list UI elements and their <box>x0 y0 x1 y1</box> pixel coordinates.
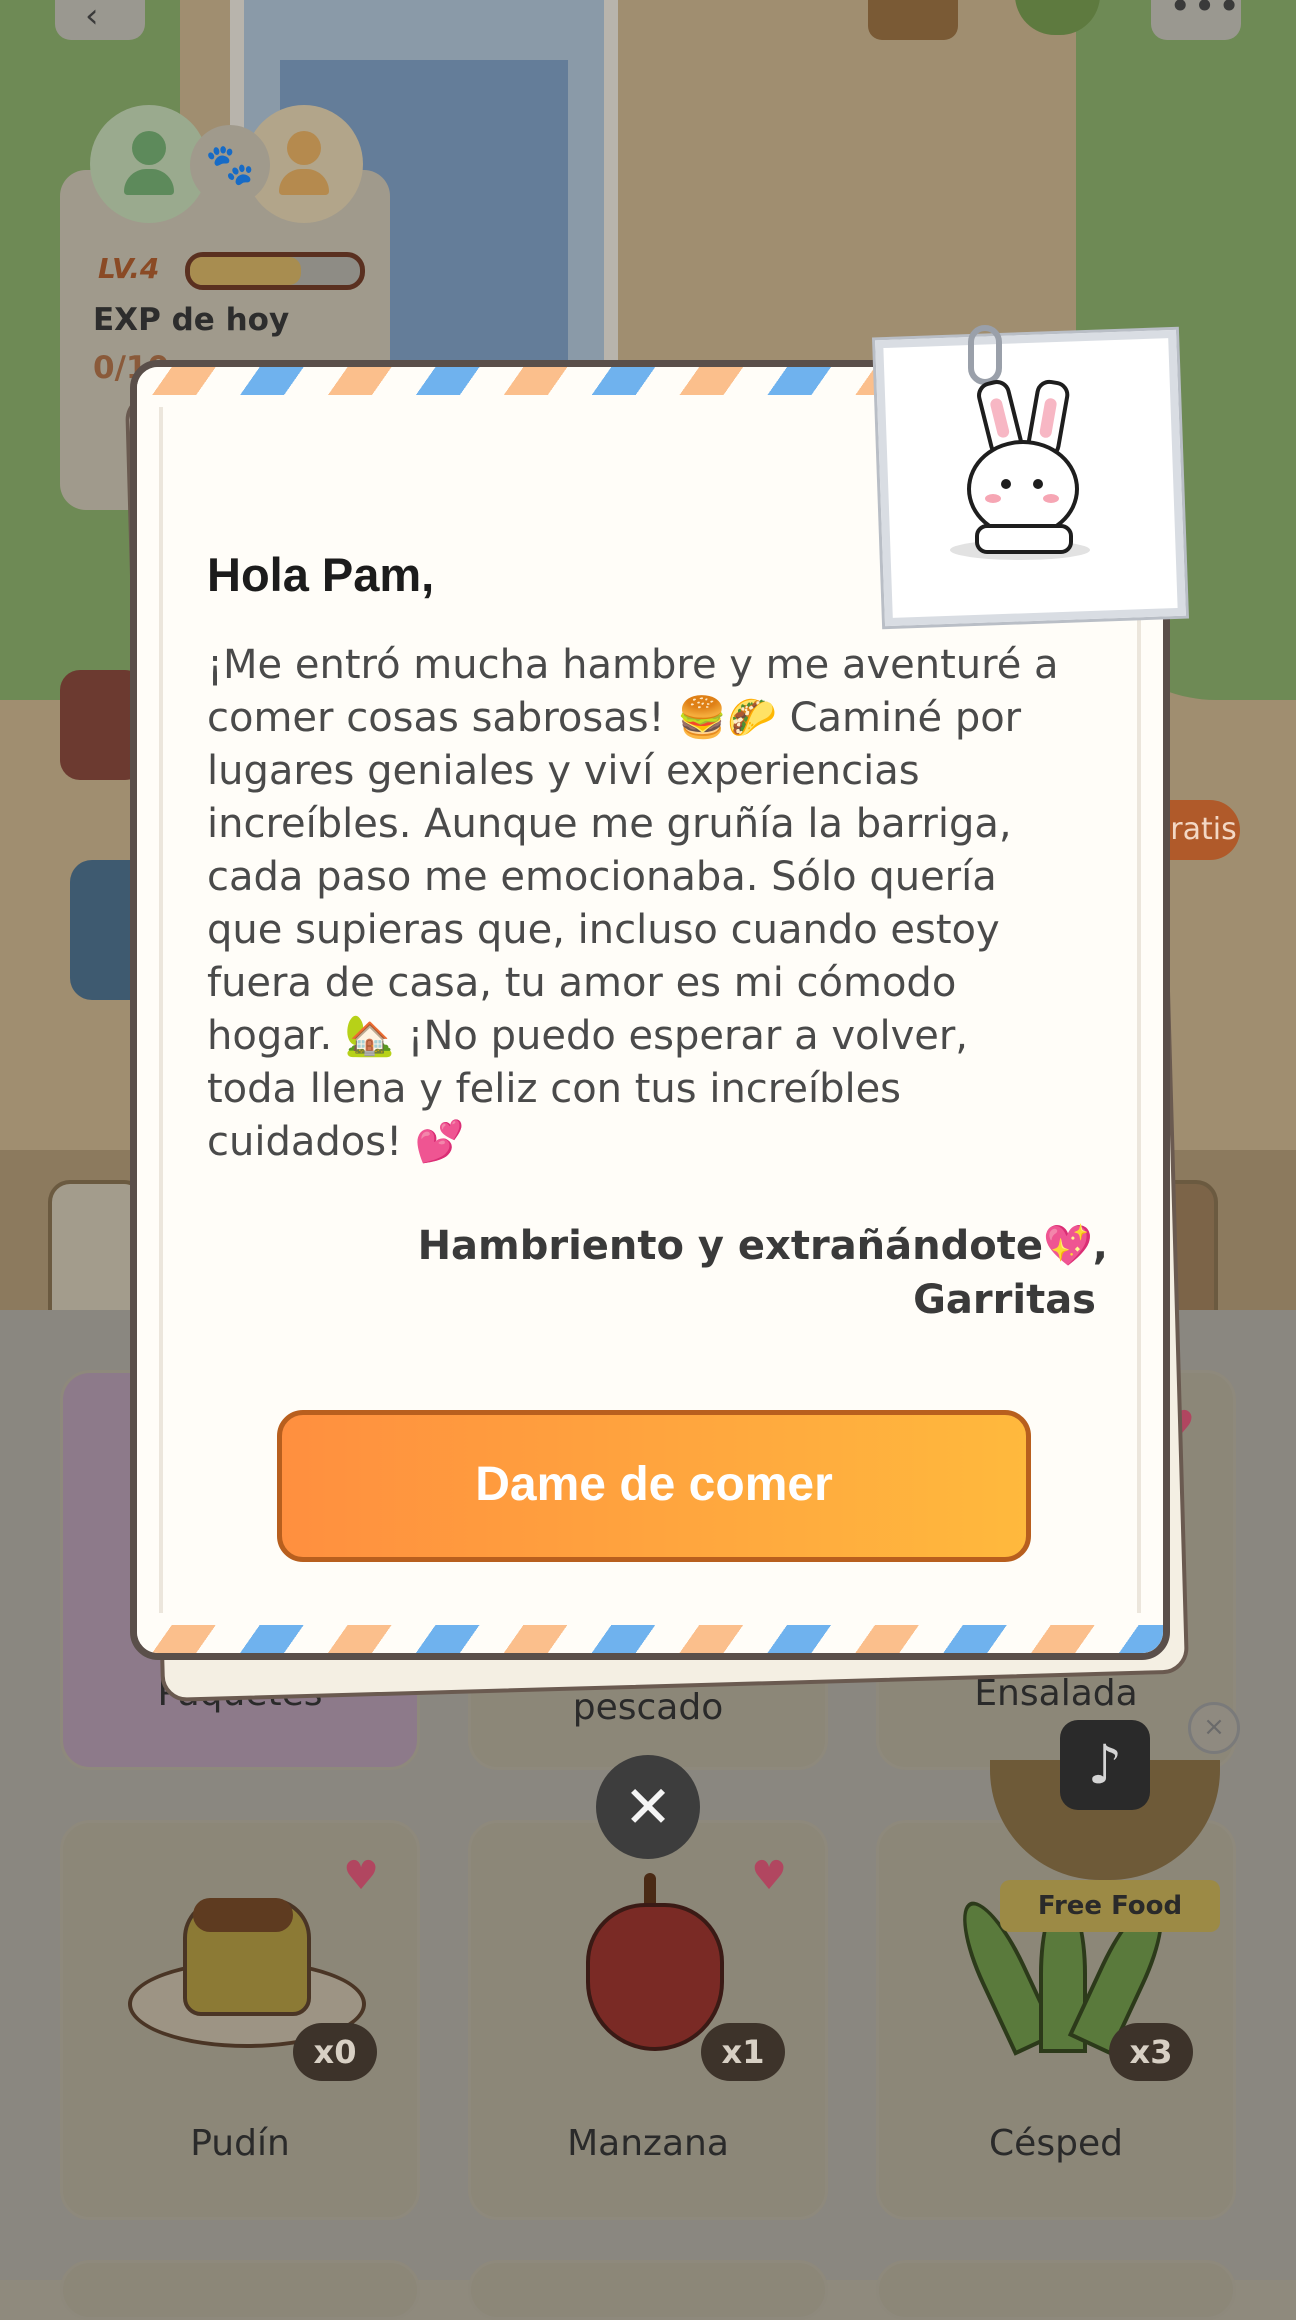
signoff-name: Garritas <box>913 1277 1096 1323</box>
paperclip-icon <box>968 325 1002 385</box>
letter-signoff: Hambriento y extrañándote💖, Garritas <box>418 1219 1108 1327</box>
signoff-line: Hambriento y extrañándote💖, <box>417 1223 1108 1269</box>
letter-body: ¡Me entró mucha hambre y me aventuré a c… <box>207 642 1059 1165</box>
close-icon[interactable]: ✕ <box>596 1755 700 1859</box>
letter-greeting: Hola Pam, <box>207 548 435 601</box>
airmail-stripe-bottom <box>137 1625 1163 1653</box>
letter-margin-left <box>159 407 163 1613</box>
feed-me-button[interactable]: Dame de comer <box>277 1410 1031 1562</box>
bunny-icon <box>945 377 1095 560</box>
